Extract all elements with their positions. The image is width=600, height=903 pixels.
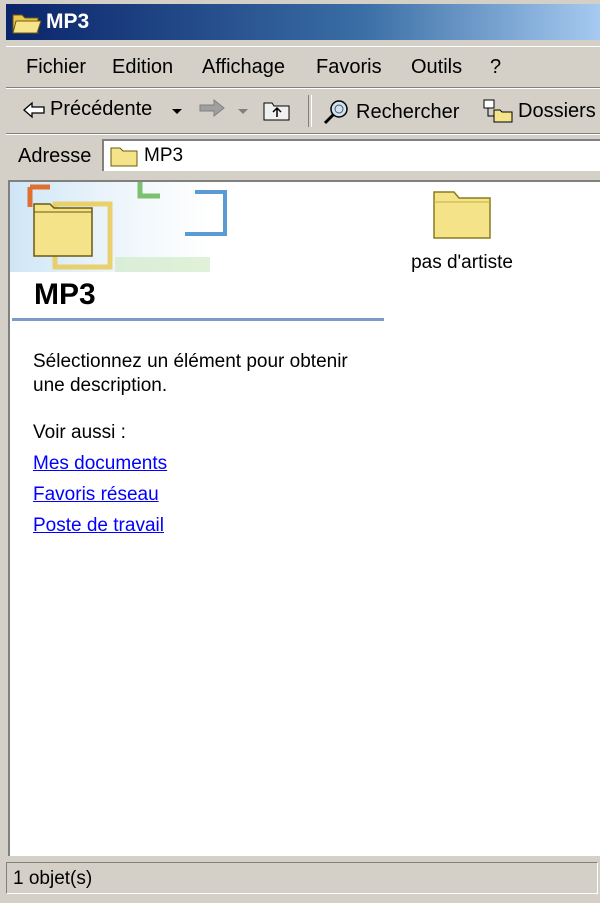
menu-outils-label: Outils [411,56,463,78]
forward-button[interactable] [198,98,226,118]
folder-icon [433,191,491,239]
folder-view[interactable]: MP3 Sélectionnez un élément pour obtenir… [8,180,600,856]
menu-help[interactable]: ? [490,56,501,79]
up-folder-button[interactable] [262,98,292,122]
status-text: 1 objet(s) [13,868,93,889]
up-folder-icon [263,102,290,121]
menu-help-label: ? [490,56,502,78]
address-value: MP3 [144,145,184,166]
menu-fichier-label: Fichier [26,56,87,78]
menu-bar: Fichier Edition Affichage Favoris Outils… [6,46,600,88]
menu-fichier[interactable]: Fichier [26,56,86,79]
address-input[interactable]: MP3 [102,139,600,171]
forward-arrow-icon [199,98,225,118]
back-dropdown-icon[interactable] [172,109,182,114]
folders-label: Dossiers [518,99,596,122]
back-label: Précédente [50,98,153,120]
explorer-window: MP3 Fichier Edition Affichage Favoris Ou… [0,0,600,903]
search-button[interactable]: Rechercher [322,98,459,126]
forward-dropdown-icon[interactable] [238,109,248,114]
folder-item-label: pas d'artiste [411,252,513,273]
back-button[interactable]: Précédente [22,98,152,121]
menu-outils[interactable]: Outils [411,56,462,79]
window-title: MP3 [46,10,90,33]
search-label: Rechercher [356,100,460,123]
search-icon [323,100,348,125]
panel-description: Sélectionnez un élément pour obtenir une… [33,351,348,396]
menu-affichage[interactable]: Affichage [202,56,285,79]
menu-affichage-label: Affichage [202,56,286,78]
menu-edition-label: Edition [112,56,174,78]
status-bar: 1 objet(s) [4,862,600,896]
folder-icon [110,147,138,167]
panel-title: MP3 [34,278,96,311]
address-bar: Adresse MP3 [6,134,600,177]
status-pane: 1 objet(s) [6,862,598,894]
address-label: Adresse [18,145,92,167]
toolbar: Précédente Rechercher Dossiers [6,88,600,134]
link-favoris-reseau[interactable]: Favoris réseau [33,484,159,506]
toolbar-separator [308,95,312,127]
folder-open-icon [12,14,42,34]
link-poste-de-travail[interactable]: Poste de travail [33,515,164,537]
title-bar[interactable]: MP3 [6,4,600,40]
link-mes-documents[interactable]: Mes documents [33,453,167,475]
panel-divider [12,318,384,321]
see-also-label: Voir aussi : [33,422,126,443]
folder-item[interactable]: pas d'artiste [402,186,522,274]
folders-button[interactable]: Dossiers [482,98,596,124]
back-arrow-icon [23,101,45,118]
folders-icon [483,99,513,123]
menu-favoris[interactable]: Favoris [316,56,382,79]
menu-favoris-label: Favoris [316,56,382,78]
menu-edition[interactable]: Edition [112,56,173,79]
